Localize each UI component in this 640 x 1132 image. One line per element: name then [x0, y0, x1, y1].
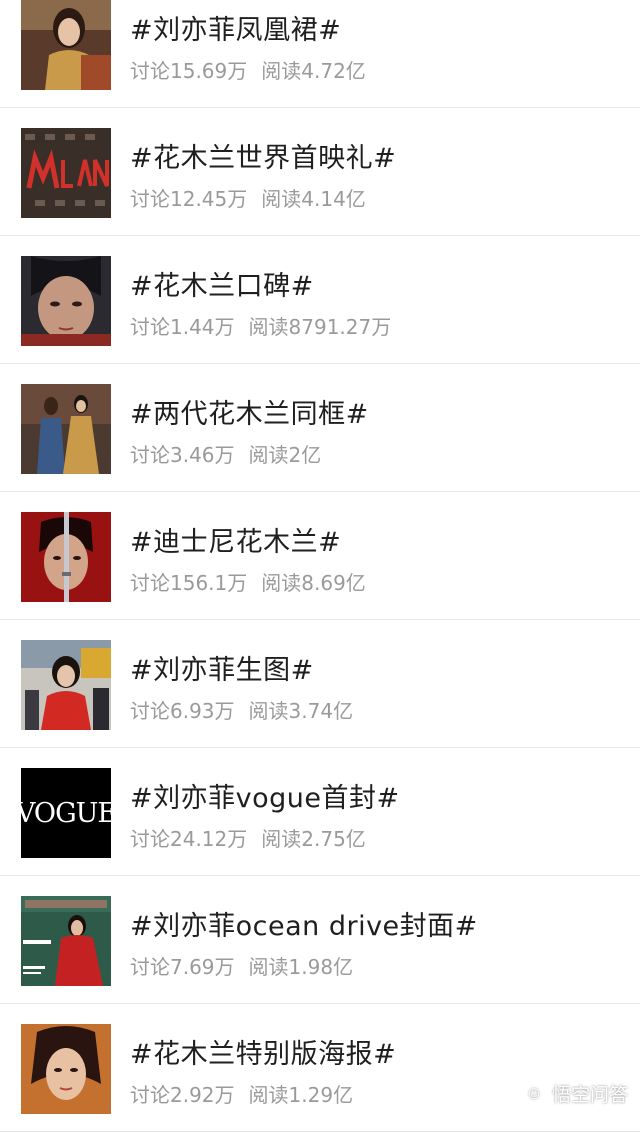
discuss-label: 讨论 [130, 443, 170, 467]
read-label: 阅读 [261, 571, 302, 595]
topic-row[interactable]: #刘亦菲生图# 讨论6.93万 阅读3.74亿 [0, 620, 640, 748]
watermark-text: 悟空问答 [551, 1084, 628, 1106]
discuss-count: 1.44万 [170, 315, 235, 339]
topic-title[interactable]: #刘亦菲ocean drive封面# [130, 904, 478, 943]
topic-thumbnail[interactable] [21, 128, 111, 218]
discuss-label: 讨论 [130, 699, 170, 723]
discuss-label: 讨论 [130, 1083, 170, 1107]
discuss-label: 讨论 [130, 827, 170, 851]
topic-row[interactable]: #迪士尼花木兰# 讨论156.1万 阅读8.69亿 [0, 492, 640, 620]
discuss-count: 12.45万 [170, 187, 248, 211]
topic-thumbnail[interactable] [21, 256, 111, 346]
topic-row[interactable]: #刘亦菲ocean drive封面# 讨论7.69万 阅读1.98亿 [0, 876, 640, 1004]
topic-thumbnail[interactable] [21, 1024, 111, 1114]
topic-title[interactable]: #刘亦菲生图# [130, 648, 314, 687]
read-count: 8.69亿 [301, 571, 366, 595]
discuss-label: 讨论 [130, 571, 170, 595]
topic-title[interactable]: #两代花木兰同框# [130, 392, 369, 431]
discuss-label: 讨论 [130, 955, 170, 979]
read-label: 阅读 [261, 187, 302, 211]
topic-thumbnail[interactable] [21, 512, 111, 602]
discuss-count: 6.93万 [170, 699, 235, 723]
topic-stats: 讨论24.12万 阅读2.75亿 [130, 823, 366, 852]
topic-thumbnail[interactable]: VOGUE [21, 768, 111, 858]
topic-row[interactable]: VOGUE #刘亦菲vogue首封# 讨论24.12万 阅读2.75亿 [0, 748, 640, 876]
topic-stats: 讨论156.1万 阅读8.69亿 [130, 567, 366, 596]
discuss-count: 24.12万 [170, 827, 248, 851]
read-label: 阅读 [261, 59, 302, 83]
read-count: 3.74亿 [288, 699, 354, 723]
topic-title[interactable]: #迪士尼花木兰# [130, 520, 341, 559]
read-count: 1.98亿 [288, 955, 354, 979]
discuss-count: 156.1万 [170, 571, 248, 595]
read-count: 8791.27万 [288, 315, 392, 339]
discuss-count: 2.92万 [170, 1083, 235, 1107]
read-label: 阅读 [248, 1083, 289, 1107]
discuss-count: 15.69万 [170, 59, 248, 83]
topic-thumbnail[interactable] [21, 384, 111, 474]
read-label: 阅读 [261, 827, 302, 851]
topic-row[interactable]: #花木兰口碑# 讨论1.44万 阅读8791.27万 [0, 236, 640, 364]
discuss-count: 3.46万 [170, 443, 235, 467]
read-label: 阅读 [248, 315, 289, 339]
topic-stats: 讨论15.69万 阅读4.72亿 [130, 55, 366, 84]
topic-thumbnail[interactable] [21, 896, 111, 986]
topic-thumbnail[interactable] [21, 640, 111, 730]
read-label: 阅读 [248, 443, 289, 467]
topic-stats: 讨论6.93万 阅读3.74亿 [130, 695, 353, 724]
read-label: 阅读 [248, 955, 289, 979]
topic-row[interactable]: #花木兰世界首映礼# 讨论12.45万 阅读4.14亿 [0, 108, 640, 236]
topic-list: #刘亦菲凤凰裙# 讨论15.69万 阅读4.72亿 #花木兰世界首映礼# 讨论12… [0, 0, 640, 1132]
topic-stats: 讨论2.92万 阅读1.29亿 [130, 1079, 353, 1108]
discuss-label: 讨论 [130, 59, 170, 83]
topic-title[interactable]: #刘亦菲凤凰裙# [130, 8, 341, 47]
read-count: 4.14亿 [301, 187, 366, 211]
topic-title[interactable]: #花木兰特别版海报# [130, 1032, 396, 1071]
wukong-logo-icon: ☺ [521, 1081, 546, 1106]
topic-row[interactable]: #刘亦菲凤凰裙# 讨论15.69万 阅读4.72亿 [0, 0, 640, 108]
topic-thumbnail[interactable] [21, 0, 111, 90]
topic-stats: 讨论1.44万 阅读8791.27万 [130, 311, 391, 340]
read-count: 2.75亿 [301, 827, 366, 851]
topic-row[interactable]: #花木兰特别版海报# 讨论2.92万 阅读1.29亿 [0, 1004, 640, 1132]
read-count: 4.72亿 [301, 59, 366, 83]
read-label: 阅读 [248, 699, 289, 723]
discuss-count: 7.69万 [170, 955, 235, 979]
wukong-watermark: ☺ 悟空问答 [521, 1080, 628, 1107]
read-count: 2亿 [288, 443, 322, 467]
topic-stats: 讨论12.45万 阅读4.14亿 [130, 183, 366, 212]
topic-stats: 讨论3.46万 阅读2亿 [130, 439, 321, 468]
topic-title[interactable]: #刘亦菲vogue首封# [130, 776, 400, 815]
topic-stats: 讨论7.69万 阅读1.98亿 [130, 951, 353, 980]
topic-row[interactable]: #两代花木兰同框# 讨论3.46万 阅读2亿 [0, 364, 640, 492]
read-count: 1.29亿 [288, 1083, 354, 1107]
discuss-label: 讨论 [130, 315, 170, 339]
discuss-label: 讨论 [130, 187, 170, 211]
vogue-logo: VOGUE [21, 797, 111, 829]
topic-title[interactable]: #花木兰世界首映礼# [130, 136, 396, 175]
topic-title[interactable]: #花木兰口碑# [130, 264, 314, 303]
